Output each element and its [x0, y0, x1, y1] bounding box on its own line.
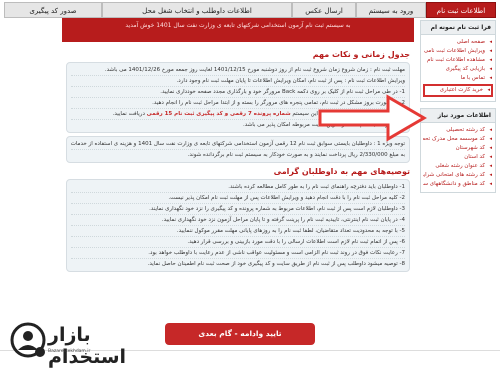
info-text: دریافت نمایید.	[112, 111, 147, 117]
sidebar-item-contact[interactable]: تماس با ما	[423, 74, 493, 83]
section-timeline-title: جدول زمانی و نکات مهم	[312, 50, 410, 59]
info-row: ویرایش اطلاعات ثبت نام : پس از ثبت نام، …	[71, 76, 405, 87]
tab-registration-info[interactable]: اطلاعات ثبت نام	[426, 2, 496, 18]
sidebar-group-title: اطلاعات مورد نیاز	[420, 108, 496, 123]
sidebar-item-view-info[interactable]: مشاهده اطلاعات ثبت نام	[423, 56, 493, 65]
sidebar-item-province-code[interactable]: کد استان	[423, 153, 493, 162]
sidebar-item-buy-credit-card[interactable]: خرید کارت اعتباری	[423, 84, 493, 97]
tab-login[interactable]: ورود به سیستم	[356, 2, 426, 18]
sidebar-item-job-title-code[interactable]: کد عنوان رشته شغلی	[423, 162, 493, 171]
section-tips-title: توصیه‌های مهم به داوطلبان گرامی	[273, 167, 410, 176]
tip-row: 8- توصیه میشود داوطلب پس از ثبت نام از ط…	[147, 261, 405, 267]
user-avatar-icon	[10, 322, 46, 358]
sidebar: فرا ثبت نام نمونه ام صفحه اصلی ویرایش اط…	[420, 20, 496, 325]
info-highlight: شماره پرونده 7 رقمی و کد پیگیری ثبت نام …	[146, 111, 291, 117]
welcome-banner: به سیستم ثبت نام آزمون استخدامی شرکتهای …	[62, 18, 414, 42]
sidebar-group-required: کد رشته تحصیلی کد موسسه محل مدرک تحصیلی …	[420, 123, 496, 193]
welcome-text: به سیستم ثبت نام آزمون استخدامی شرکتهای …	[125, 22, 351, 29]
tip-row: 3- داوطلبان لازم است پس از ثبت نام، اطلا…	[71, 204, 405, 215]
sidebar-item-recover-code[interactable]: بازیابی کد پیگیری	[423, 65, 493, 74]
top-tabs: اطلاعات ثبت نام ورود به سیستم ارسال عکس …	[4, 2, 496, 18]
logo-url: Bazarestekhdam.ir	[48, 349, 91, 354]
tip-row: 1- داوطلبان باید دفترچه راهنمای ثبت نام …	[71, 182, 405, 193]
notice-row: به مبلغ 2/330/000 ریال پرداخت نمایند و ب…	[187, 152, 405, 158]
page: اطلاعات ثبت نام ورود به سیستم ارسال عکس …	[0, 0, 500, 375]
tip-row: 2- کلیه مراحل ثبت نام را با دقت انجام ده…	[71, 193, 405, 204]
main-content: جدول زمانی و نکات مهم مهلت ثبت نام : زما…	[62, 46, 414, 324]
tip-row: 6- پس از اتمام ثبت نام لازم است اطلاعات …	[71, 237, 405, 248]
sidebar-item-exam-fields-code[interactable]: کد رشته های امتحانی شرایط	[423, 171, 493, 180]
logo-name: بازار استخدام	[48, 324, 127, 368]
sidebar-item-institute-code[interactable]: کد موسسه محل مدرک تحصیلی	[423, 135, 493, 144]
pointer-arrow-icon	[318, 94, 427, 142]
tip-row: 4- در پایان ثبت نام اینترنتی، تاییدیه ثب…	[71, 215, 405, 226]
sidebar-item-city-code[interactable]: کد شهرستان	[423, 144, 493, 153]
tip-row: 7- رعایت نکات فوق در روند ثبت نام الزامی…	[71, 248, 405, 259]
sidebar-group-title: فرا ثبت نام نمونه ام	[420, 20, 496, 35]
sidebar-item-regions-code[interactable]: کد مناطق و دانشگاههای سنجش	[423, 180, 493, 189]
tip-row: 5- با توجه به محدودیت تعداد متقاضیان، لط…	[71, 226, 405, 237]
tab-tracking-code[interactable]: صدور کد پیگیری	[4, 2, 102, 18]
sidebar-item-edit-info[interactable]: ویرایش اطلاعات ثبت نامی	[423, 47, 493, 56]
brand-logo: بازار استخدام Bazarestekhdam.ir	[8, 288, 133, 372]
next-step-button[interactable]: تایید وادامه - گام بعدی	[165, 323, 315, 345]
tab-photo-upload[interactable]: ارسال عکس	[292, 2, 356, 18]
sidebar-item-home[interactable]: صفحه اصلی	[423, 38, 493, 47]
sidebar-item-field-code[interactable]: کد رشته تحصیلی	[423, 126, 493, 135]
tips-box: 1- داوطلبان باید دفترچه راهنمای ثبت نام …	[66, 179, 410, 272]
sidebar-group-main: صفحه اصلی ویرایش اطلاعات ثبت نامی مشاهده…	[420, 35, 496, 102]
info-row: مهلت ثبت نام : زمان شروع زمان شروع ثبت ن…	[71, 65, 405, 76]
tab-applicant-info[interactable]: اطلاعات داوطلب و انتخاب شغل محل	[102, 2, 292, 18]
